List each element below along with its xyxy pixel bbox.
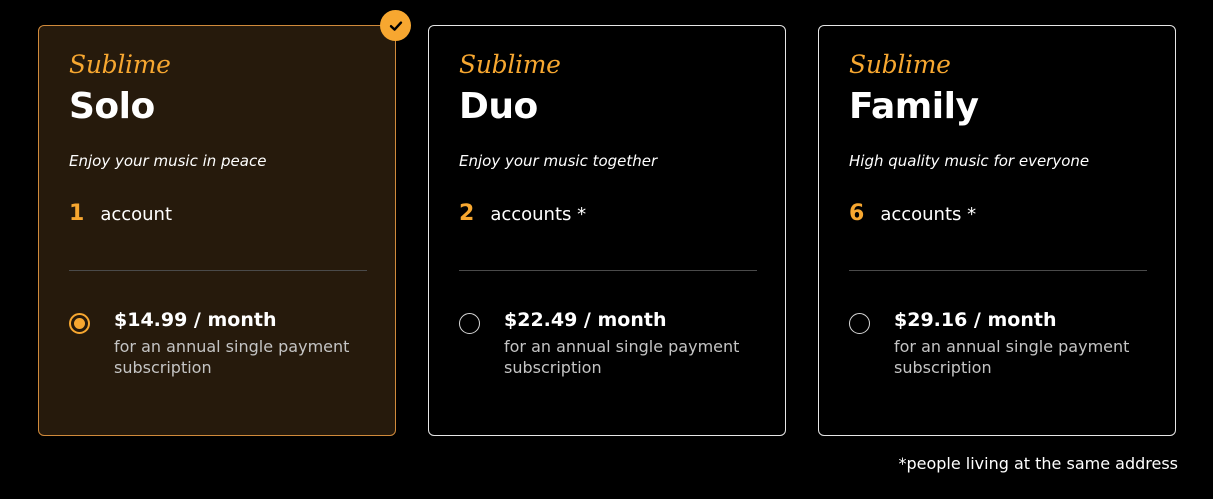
plan-accounts: 1 account (69, 203, 172, 225)
plan-price: $14.99 / month (114, 309, 277, 331)
plan-price-description: for an annual single payment subscriptio… (114, 337, 350, 377)
pricing-page: Sublime Solo Enjoy your music in peace 1… (0, 0, 1213, 499)
plan-name: Solo (69, 86, 155, 127)
plan-tagline: Enjoy your music in peace (69, 152, 267, 170)
plan-tagline: High quality music for everyone (849, 152, 1090, 170)
plan-card-solo[interactable]: Sublime Solo Enjoy your music in peace 1… (38, 10, 411, 436)
account-count: 6 (849, 201, 865, 226)
footnote: *people living at the same address (898, 454, 1178, 473)
account-label: account (100, 204, 173, 225)
divider (849, 270, 1147, 271)
plan-price-description: for an annual single payment subscriptio… (504, 337, 740, 377)
account-label: accounts * (880, 204, 977, 225)
plan-accounts: 6 accounts * (849, 203, 976, 225)
plan-radio-duo[interactable] (459, 313, 480, 334)
check-icon (380, 10, 411, 41)
plan-card-duo[interactable]: Sublime Duo Enjoy your music together 2a… (428, 25, 786, 436)
plan-tagline: Enjoy your music together (459, 152, 658, 170)
plan-brand: Sublime (849, 50, 951, 79)
plan-brand: Sublime (69, 50, 171, 79)
plan-accounts: 2 accounts * (459, 203, 586, 225)
plan-price-description: for an annual single payment subscriptio… (894, 337, 1130, 377)
divider (69, 270, 367, 271)
account-count: 1 (69, 201, 85, 226)
plan-radio-family[interactable] (849, 313, 870, 334)
plan-price: $22.49 / month (504, 309, 667, 331)
plan-price: $29.16 / month (894, 309, 1057, 331)
account-label: accounts * (490, 204, 587, 225)
plan-brand: Sublime (459, 50, 561, 79)
plan-name: Family (849, 86, 979, 127)
plan-radio-solo[interactable] (69, 313, 90, 334)
divider (459, 270, 757, 271)
plan-card-family[interactable]: Sublime Family High quality music for ev… (818, 25, 1176, 436)
account-count: 2 (459, 201, 475, 226)
plan-name: Duo (459, 86, 538, 127)
